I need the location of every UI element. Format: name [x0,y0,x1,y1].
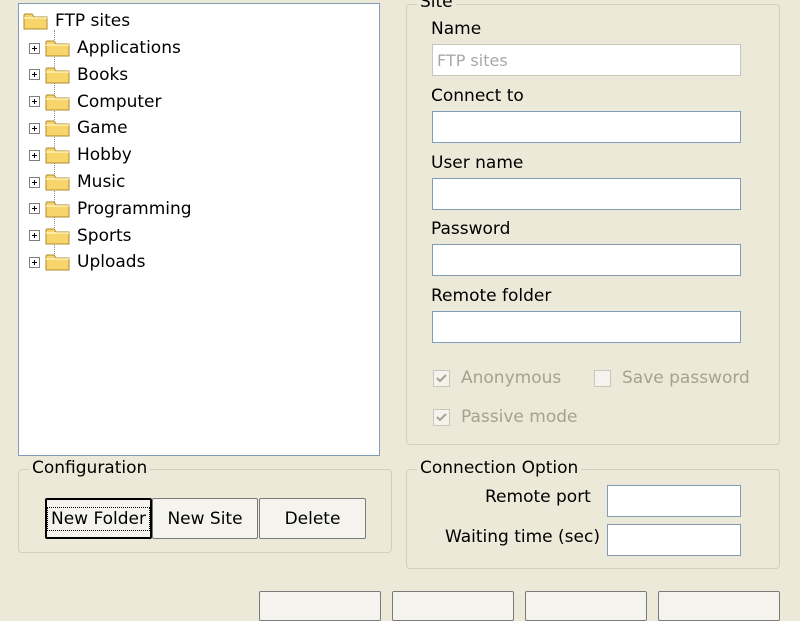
tree-item-sports[interactable]: Sports [29,224,132,248]
passive-mode-checkbox[interactable]: Passive mode [433,407,577,427]
anonymous-label: Anonymous [461,368,562,388]
save-password-checkbox[interactable]: Save password [594,368,750,388]
remote-port-label: Remote port [485,487,591,507]
anonymous-checkbox-box[interactable] [433,369,450,387]
folder-tree[interactable]: FTP sites Applications Books Computer Game H… [18,3,380,456]
tree-item-hobby[interactable]: Hobby [29,143,132,167]
tree-item-label: Game [77,118,128,139]
waiting-time-field[interactable] [607,524,741,556]
connection-option-title: Connection Option [417,458,582,478]
remote-port-field[interactable] [607,485,741,517]
plus-expander-icon[interactable] [29,203,40,215]
dialog-button-4[interactable] [658,591,780,621]
new-site-button-label: New Site [167,508,243,529]
configuration-title: Configuration [29,458,151,478]
plus-expander-icon[interactable] [29,256,40,268]
tree-item-game[interactable]: Game [29,116,128,140]
folder-icon [45,201,70,218]
passive-mode-label: Passive mode [461,407,578,427]
connect-to-field[interactable] [432,111,741,143]
tree-item-computer[interactable]: Computer [29,90,162,114]
folder-icon [45,174,70,191]
checkmark-icon [436,412,447,421]
passive-mode-checkbox-box[interactable] [433,408,450,426]
folder-icon [45,40,70,57]
tree-item-label: Hobby [77,145,132,166]
tree-item-books[interactable]: Books [29,63,128,87]
name-field[interactable] [432,44,741,76]
name-label: Name [431,19,482,39]
waiting-time-label: Waiting time (sec) [445,527,600,547]
tree-item-label: Music [77,172,126,192]
plus-expander-icon[interactable] [29,149,40,161]
tree-item-music[interactable]: Music [29,170,125,194]
tree-item-uploads[interactable]: Uploads [29,250,145,274]
plus-expander-icon[interactable] [29,122,40,134]
checkmark-icon [436,373,447,382]
user-name-label: User name [431,153,524,173]
delete-button[interactable]: Delete [259,498,366,539]
delete-button-label: Delete [284,508,341,529]
folder-icon [45,147,70,164]
plus-expander-icon[interactable] [29,176,40,188]
remote-folder-field[interactable] [432,311,741,343]
tree-item-label: Books [77,64,129,85]
tree-item-applications[interactable]: Applications [29,36,181,60]
folder-icon [23,13,48,30]
dialog-button-2[interactable] [392,591,514,621]
tree-item-label: Applications [77,38,181,58]
new-folder-button[interactable]: New Folder [45,498,152,539]
remote-folder-label: Remote folder [431,286,552,306]
folder-icon [45,254,70,271]
folder-icon [45,94,70,111]
dialog-button-3[interactable] [525,591,647,621]
user-name-field[interactable] [432,178,741,210]
new-site-button[interactable]: New Site [152,498,258,539]
save-password-label: Save password [622,368,750,388]
tree-root-label: FTP sites [55,11,131,31]
anonymous-checkbox[interactable]: Anonymous [433,368,561,388]
password-label: Password [431,219,511,239]
site-group-title: Site [417,0,456,12]
connect-to-label: Connect to [431,86,524,106]
save-password-checkbox-box[interactable] [594,369,611,387]
tree-item-label: Sports [77,225,132,246]
dialog-button-1[interactable] [259,591,381,621]
tree-item-label: Uploads [77,252,146,273]
folder-icon [45,67,70,84]
password-field[interactable] [432,244,741,276]
tree-item-label: Programming [77,198,192,219]
tree-item-label: Computer [77,91,162,112]
plus-expander-icon[interactable] [29,42,40,54]
plus-expander-icon[interactable] [29,96,40,108]
plus-expander-icon[interactable] [29,230,40,242]
tree-root[interactable]: FTP sites [23,9,130,33]
plus-expander-icon[interactable] [29,69,40,81]
new-folder-button-label: New Folder [46,506,151,531]
tree-item-programming[interactable]: Programming [29,197,192,221]
folder-icon [45,120,70,137]
folder-icon [45,228,70,245]
